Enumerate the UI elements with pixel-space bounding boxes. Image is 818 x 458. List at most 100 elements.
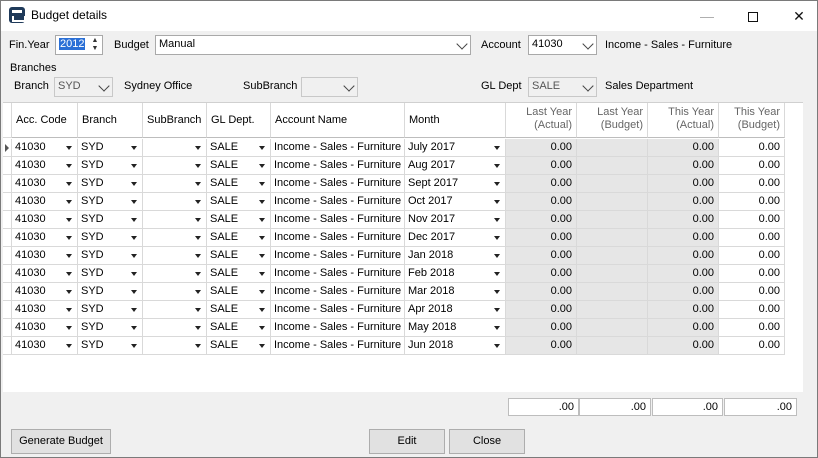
dropdown-arrow-icon[interactable] — [259, 308, 265, 312]
col-gl-dept[interactable]: GL Dept. — [207, 103, 271, 138]
dropdown-arrow-icon[interactable] — [195, 290, 201, 294]
cell-branch[interactable]: SYD — [78, 337, 143, 355]
cell-branch[interactable]: SYD — [78, 193, 143, 211]
cell-this-year-actual[interactable]: 0.00 — [648, 211, 719, 229]
cell-last-year-budget[interactable] — [577, 265, 648, 283]
cell-subbranch[interactable] — [143, 139, 207, 157]
cell-this-year-budget[interactable]: 0.00 — [719, 229, 785, 247]
dropdown-arrow-icon[interactable] — [195, 254, 201, 258]
cell-this-year-budget[interactable]: 0.00 — [719, 193, 785, 211]
cell-subbranch[interactable] — [143, 193, 207, 211]
row-header[interactable] — [3, 247, 12, 265]
cell-last-year-actual[interactable]: 0.00 — [506, 265, 577, 283]
cell-this-year-budget[interactable]: 0.00 — [719, 211, 785, 229]
dropdown-arrow-icon[interactable] — [195, 308, 201, 312]
col-this-year-actual[interactable]: This Year (Actual) — [648, 103, 719, 138]
cell-gl-dept[interactable]: SALE — [207, 139, 271, 157]
cell-gl-dept[interactable]: SALE — [207, 193, 271, 211]
cell-subbranch[interactable] — [143, 229, 207, 247]
cell-month[interactable]: July 2017 — [405, 139, 506, 157]
cell-acc-code[interactable]: 41030 — [12, 319, 78, 337]
dropdown-arrow-icon[interactable] — [66, 272, 72, 276]
cell-last-year-budget[interactable] — [577, 175, 648, 193]
dropdown-arrow-icon[interactable] — [131, 290, 137, 294]
budget-select[interactable]: Manual — [155, 35, 471, 55]
cell-gl-dept[interactable]: SALE — [207, 229, 271, 247]
dropdown-arrow-icon[interactable] — [131, 236, 137, 240]
cell-month[interactable]: Nov 2017 — [405, 211, 506, 229]
cell-account-name[interactable]: Income - Sales - Furniture — [271, 265, 405, 283]
dropdown-arrow-icon[interactable] — [195, 344, 201, 348]
cell-account-name[interactable]: Income - Sales - Furniture — [271, 229, 405, 247]
cell-account-name[interactable]: Income - Sales - Furniture — [271, 337, 405, 355]
col-subbranch[interactable]: SubBranch — [143, 103, 207, 138]
cell-month[interactable]: Aug 2017 — [405, 157, 506, 175]
cell-account-name[interactable]: Income - Sales - Furniture — [271, 211, 405, 229]
cell-gl-dept[interactable]: SALE — [207, 157, 271, 175]
cell-account-name[interactable]: Income - Sales - Furniture — [271, 193, 405, 211]
dropdown-arrow-icon[interactable] — [494, 146, 500, 150]
cell-last-year-actual[interactable]: 0.00 — [506, 139, 577, 157]
cell-account-name[interactable]: Income - Sales - Furniture — [271, 319, 405, 337]
cell-acc-code[interactable]: 41030 — [12, 229, 78, 247]
cell-last-year-budget[interactable] — [577, 193, 648, 211]
fin-year-spinner[interactable]: 2012 ▲ ▼ — [55, 35, 103, 55]
generate-budget-button[interactable]: Generate Budget — [11, 429, 111, 454]
cell-account-name[interactable]: Income - Sales - Furniture — [271, 283, 405, 301]
cell-branch[interactable]: SYD — [78, 157, 143, 175]
row-header[interactable] — [3, 139, 12, 157]
col-acc-code[interactable]: Acc. Code — [12, 103, 78, 138]
cell-subbranch[interactable] — [143, 265, 207, 283]
cell-last-year-budget[interactable] — [577, 337, 648, 355]
dropdown-arrow-icon[interactable] — [131, 146, 137, 150]
col-month[interactable]: Month — [405, 103, 506, 138]
cell-last-year-actual[interactable]: 0.00 — [506, 175, 577, 193]
cell-branch[interactable]: SYD — [78, 265, 143, 283]
cell-acc-code[interactable]: 41030 — [12, 157, 78, 175]
account-select[interactable]: 41030 — [528, 35, 597, 55]
row-header[interactable] — [3, 211, 12, 229]
dropdown-arrow-icon[interactable] — [494, 272, 500, 276]
dropdown-arrow-icon[interactable] — [66, 254, 72, 258]
cell-last-year-budget[interactable] — [577, 157, 648, 175]
cell-last-year-actual[interactable]: 0.00 — [506, 229, 577, 247]
col-this-year-budget[interactable]: This Year (Budget) — [719, 103, 785, 138]
cell-this-year-budget[interactable]: 0.00 — [719, 337, 785, 355]
cell-branch[interactable]: SYD — [78, 283, 143, 301]
cell-gl-dept[interactable]: SALE — [207, 283, 271, 301]
dropdown-arrow-icon[interactable] — [259, 218, 265, 222]
dropdown-arrow-icon[interactable] — [131, 272, 137, 276]
edit-button[interactable]: Edit — [369, 429, 445, 454]
cell-account-name[interactable]: Income - Sales - Furniture — [271, 139, 405, 157]
dropdown-arrow-icon[interactable] — [66, 290, 72, 294]
cell-this-year-actual[interactable]: 0.00 — [648, 193, 719, 211]
dropdown-arrow-icon[interactable] — [259, 254, 265, 258]
dropdown-arrow-icon[interactable] — [259, 344, 265, 348]
cell-last-year-budget[interactable] — [577, 319, 648, 337]
cell-gl-dept[interactable]: SALE — [207, 247, 271, 265]
cell-month[interactable]: Dec 2017 — [405, 229, 506, 247]
close-window-button[interactable]: ✕ — [776, 1, 818, 31]
dropdown-arrow-icon[interactable] — [66, 326, 72, 330]
cell-gl-dept[interactable]: SALE — [207, 319, 271, 337]
dropdown-arrow-icon[interactable] — [494, 290, 500, 294]
cell-gl-dept[interactable]: SALE — [207, 265, 271, 283]
cell-this-year-budget[interactable]: 0.00 — [719, 175, 785, 193]
dropdown-arrow-icon[interactable] — [131, 308, 137, 312]
cell-month[interactable]: May 2018 — [405, 319, 506, 337]
close-button[interactable]: Close — [449, 429, 525, 454]
dropdown-arrow-icon[interactable] — [494, 254, 500, 258]
col-last-year-actual[interactable]: Last Year (Actual) — [506, 103, 577, 138]
dropdown-arrow-icon[interactable] — [131, 218, 137, 222]
cell-acc-code[interactable]: 41030 — [12, 211, 78, 229]
dropdown-arrow-icon[interactable] — [494, 326, 500, 330]
cell-last-year-budget[interactable] — [577, 301, 648, 319]
dropdown-arrow-icon[interactable] — [66, 200, 72, 204]
row-header[interactable] — [3, 337, 12, 355]
cell-gl-dept[interactable]: SALE — [207, 337, 271, 355]
cell-this-year-actual[interactable]: 0.00 — [648, 139, 719, 157]
dropdown-arrow-icon[interactable] — [195, 164, 201, 168]
cell-month[interactable]: Mar 2018 — [405, 283, 506, 301]
gl-dept-select[interactable]: SALE — [528, 77, 597, 97]
cell-last-year-budget[interactable] — [577, 229, 648, 247]
